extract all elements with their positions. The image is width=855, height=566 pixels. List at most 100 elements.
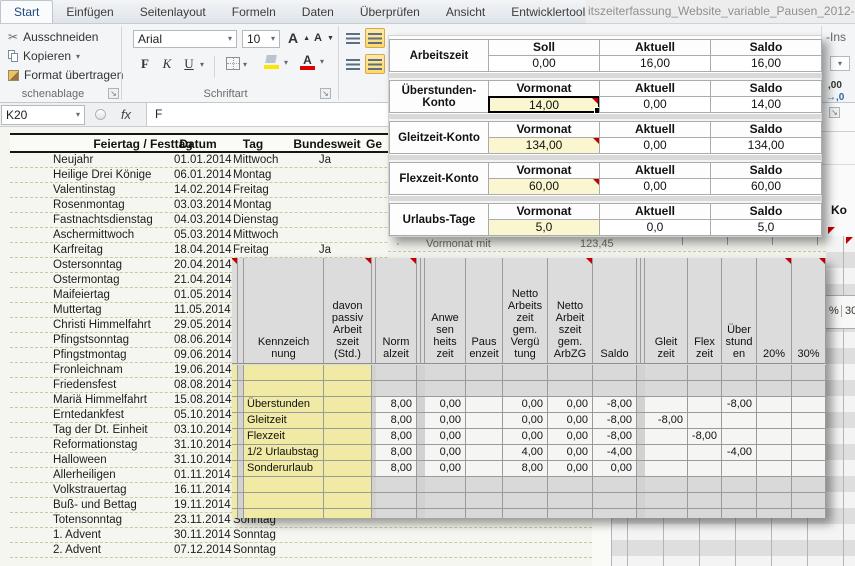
worklog-cell-gleit[interactable] (645, 509, 688, 518)
worklog-cell-kenn[interactable] (244, 477, 324, 493)
tab-start[interactable]: Start (0, 0, 53, 23)
tab-ansicht[interactable]: Ansicht (433, 1, 498, 23)
worklog-cell-davon[interactable] (324, 509, 372, 518)
tab-formeln[interactable]: Formeln (219, 1, 289, 23)
worklog-cell-kenn[interactable]: Überstunden (244, 397, 324, 413)
worklog-cell-kenn[interactable] (244, 381, 324, 397)
number-format-dropdown[interactable]: ▾ (830, 56, 850, 71)
worklog-cell-nverg[interactable]: 0,00 (503, 397, 548, 413)
account-value-cell[interactable]: 5,0 (488, 219, 600, 236)
worklog-cell-saldo[interactable] (593, 509, 637, 518)
worklog-cell-p30[interactable] (792, 461, 826, 477)
worklog-cell-davon[interactable] (324, 397, 372, 413)
underline-button[interactable]: U (180, 56, 198, 72)
worklog-cell-p20[interactable] (757, 429, 792, 445)
worklog-cell-norm[interactable]: 8,00 (376, 429, 417, 445)
worklog-cell-p30[interactable] (792, 493, 826, 509)
worklog-cell-flex[interactable] (688, 509, 722, 518)
worklog-cell-p20[interactable] (757, 445, 792, 461)
worklog-cell-flex[interactable] (688, 413, 722, 429)
account-value-cell[interactable]: 0,00 (488, 55, 600, 72)
worklog-cell-anw[interactable]: 0,00 (425, 445, 466, 461)
worklog-cell-saldo[interactable]: -4,00 (593, 445, 637, 461)
align-left-button[interactable] (343, 54, 363, 74)
worklog-cell-anw[interactable]: 0,00 (425, 397, 466, 413)
worklog-cell-anw[interactable] (425, 493, 466, 509)
font-color-button[interactable]: A ▾ (300, 53, 324, 70)
worklog-cell-gleit[interactable] (645, 461, 688, 477)
worklog-cell-flex[interactable]: -8,00 (688, 429, 722, 445)
worklog-cell-gleit[interactable]: -8,00 (645, 413, 688, 429)
clipboard-dialog-launcher-icon[interactable]: ↘ (108, 88, 119, 99)
worklog-cell-saldo[interactable]: -8,00 (593, 397, 637, 413)
align-middle-button[interactable] (365, 28, 385, 48)
fill-color-button[interactable]: ▾ (264, 55, 288, 70)
worklog-cell-flex[interactable] (688, 365, 722, 381)
worklog-cell-gleit[interactable] (645, 445, 688, 461)
insert-function-button[interactable]: fx (106, 107, 146, 122)
number-dialog-launcher-icon[interactable]: ↘ (829, 107, 840, 118)
worklog-cell-narbzg[interactable]: 0,00 (548, 413, 593, 429)
font-size-select[interactable]: 10 ▾ (242, 30, 280, 48)
worklog-cell-pause[interactable] (466, 477, 503, 493)
worklog-cell-norm[interactable] (376, 509, 417, 518)
worklog-cell-pause[interactable] (466, 493, 503, 509)
worklog-cell-ueber[interactable] (722, 493, 757, 509)
worklog-cell-narbzg[interactable] (548, 477, 593, 493)
worklog-cell-pause[interactable] (466, 445, 503, 461)
worklog-cell-norm[interactable]: 8,00 (376, 445, 417, 461)
worklog-cell-norm[interactable] (376, 365, 417, 381)
cut-button[interactable]: ✂ Ausschneiden (8, 30, 98, 44)
worklog-cell-saldo[interactable] (593, 477, 637, 493)
worklog-cell-ueber[interactable] (722, 365, 757, 381)
worklog-cell-flex[interactable] (688, 397, 722, 413)
borders-dropdown-icon[interactable]: ▾ (243, 60, 247, 69)
worklog-cell-anw[interactable] (425, 477, 466, 493)
account-value-cell[interactable]: 14,00 (488, 96, 600, 113)
worklog-cell-davon[interactable] (324, 413, 372, 429)
account-value-cell[interactable]: 60,00 (710, 178, 822, 195)
worklog-cell-p30[interactable] (792, 413, 826, 429)
account-value-cell[interactable]: 16,00 (599, 55, 711, 72)
worklog-cell-kenn[interactable] (244, 493, 324, 509)
holiday-row[interactable]: 2. Advent07.12.2014Sonntag (10, 543, 592, 558)
account-value-cell[interactable]: 134,00 (710, 137, 822, 154)
worklog-cell-norm[interactable]: 8,00 (376, 461, 417, 477)
worklog-cell-saldo[interactable]: -8,00 (593, 429, 637, 445)
collapse-button-icon[interactable] (95, 109, 106, 120)
worklog-cell-ueber[interactable] (722, 429, 757, 445)
worklog-cell-narbzg[interactable]: 0,00 (548, 461, 593, 477)
worklog-cell-norm[interactable] (376, 477, 417, 493)
worklog-cell-nverg[interactable] (503, 365, 548, 381)
account-value-cell[interactable]: 0,00 (599, 137, 711, 154)
worklog-cell-gleit[interactable] (645, 365, 688, 381)
worklog-cell-p20[interactable] (757, 509, 792, 518)
worklog-cell-ueber[interactable] (722, 413, 757, 429)
font-name-select[interactable]: Arial ▾ (133, 30, 237, 48)
worklog-cell-pause[interactable] (466, 429, 503, 445)
worklog-cell-nverg[interactable]: 0,00 (503, 429, 548, 445)
worklog-cell-kenn[interactable] (244, 365, 324, 381)
worklog-cell-nverg[interactable] (503, 381, 548, 397)
worklog-cell-kenn[interactable]: Gleitzeit (244, 413, 324, 429)
worklog-cell-nverg[interactable] (503, 493, 548, 509)
worklog-cell-norm[interactable] (376, 493, 417, 509)
worklog-cell-narbzg[interactable]: 0,00 (548, 397, 593, 413)
worklog-cell-davon[interactable] (324, 365, 372, 381)
worklog-cell-p30[interactable] (792, 477, 826, 493)
worklog-cell-davon[interactable] (324, 493, 372, 509)
worklog-cell-p30[interactable] (792, 365, 826, 381)
italic-button[interactable]: K (158, 56, 176, 72)
worklog-cell-davon[interactable] (324, 477, 372, 493)
worklog-cell-flex[interactable] (688, 477, 722, 493)
worklog-cell-narbzg[interactable] (548, 493, 593, 509)
worklog-cell-anw[interactable]: 0,00 (425, 461, 466, 477)
tab-entwicklertool[interactable]: Entwicklertool (498, 1, 598, 23)
worklog-cell-norm[interactable]: 8,00 (376, 413, 417, 429)
worklog-cell-kenn[interactable] (244, 509, 324, 518)
align-center-button[interactable] (365, 54, 385, 74)
worklog-cell-saldo[interactable]: 0,00 (593, 461, 637, 477)
font-dialog-launcher-icon[interactable]: ↘ (320, 88, 331, 99)
tab--berpr-fen[interactable]: Überprüfen (347, 1, 433, 23)
worklog-cell-p20[interactable] (757, 461, 792, 477)
